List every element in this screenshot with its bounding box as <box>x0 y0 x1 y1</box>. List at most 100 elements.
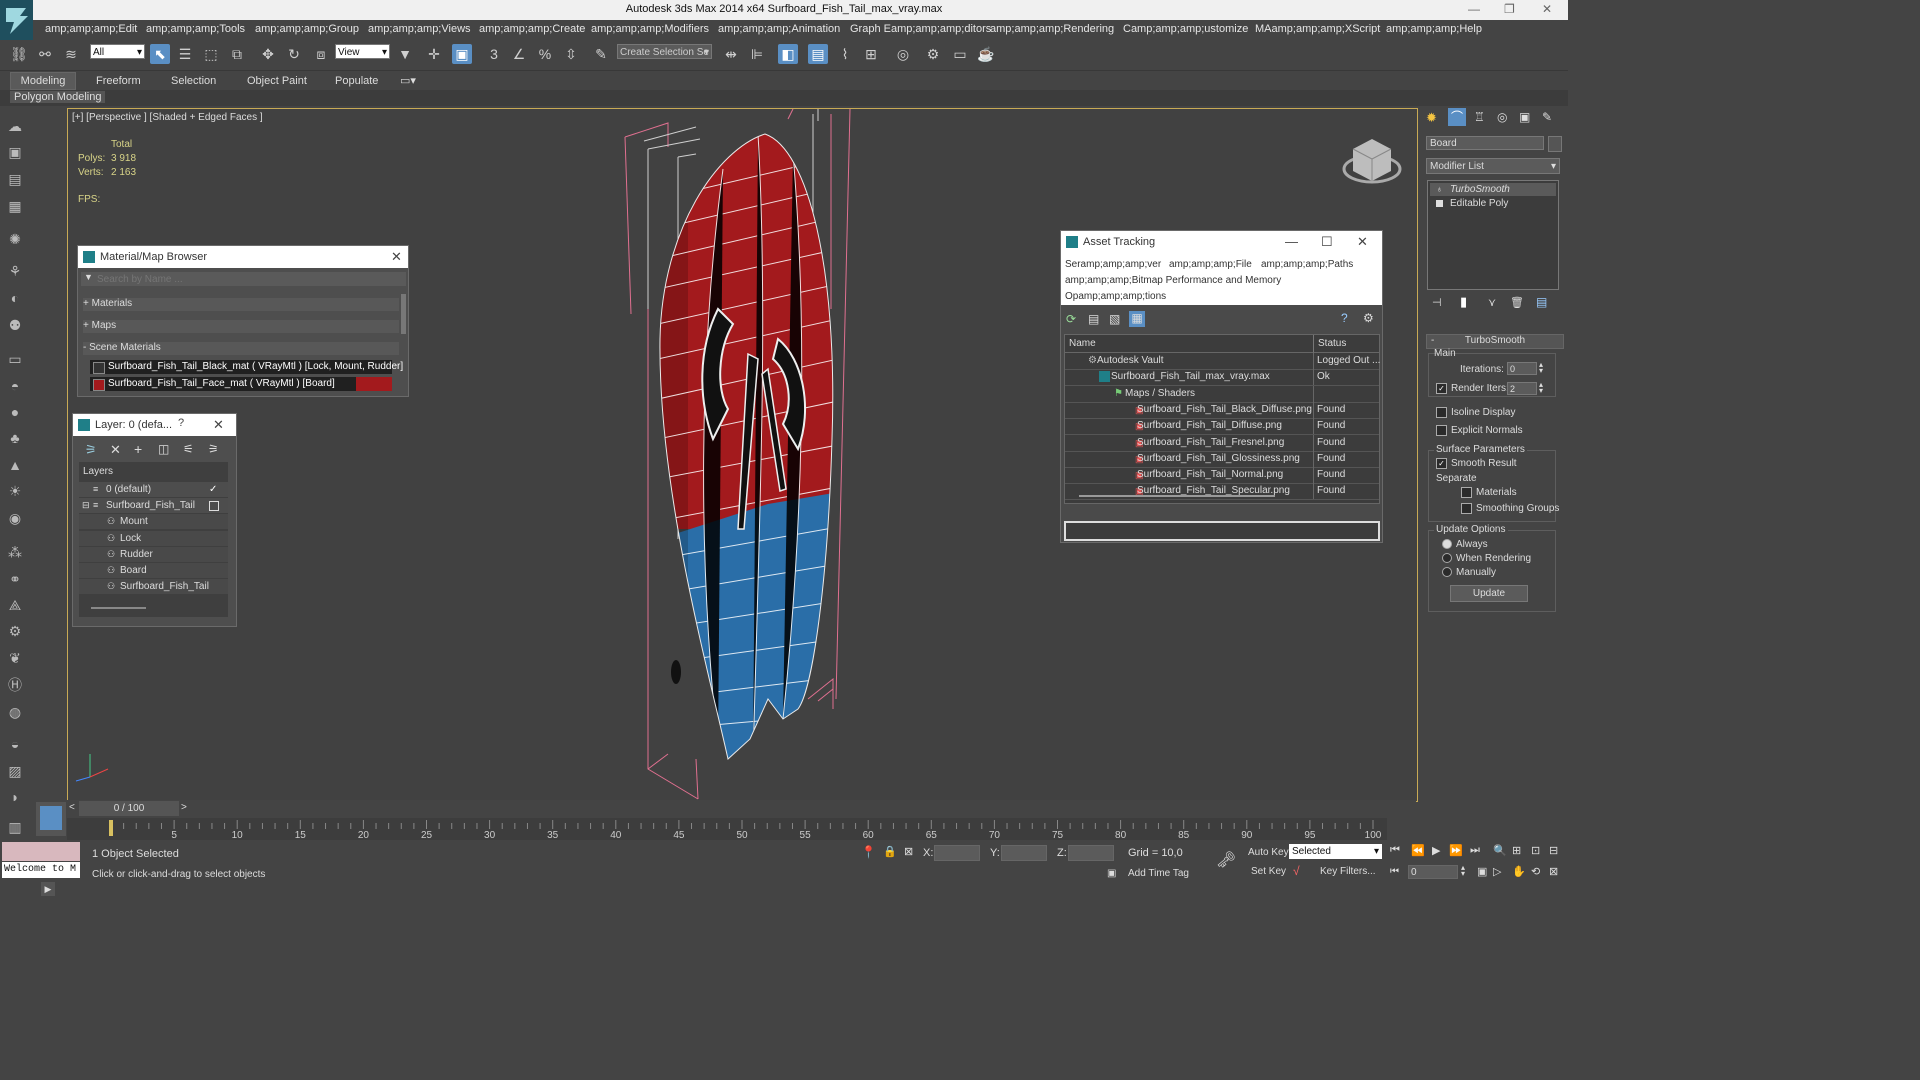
stack-item-turbosmooth[interactable]: ♁ TurboSmooth <box>1430 183 1556 196</box>
scrollbar[interactable] <box>1079 495 1275 497</box>
disc-icon[interactable]: ◉ <box>5 508 25 528</box>
track-bar[interactable]: 5 10 15 20 25 30 35 40 45 50 55 60 65 70 75 80 85 90 95 100 <box>67 818 1387 841</box>
mini-curve-editor-icon[interactable] <box>36 802 66 836</box>
maxscript-listener-mini[interactable] <box>2 842 80 861</box>
menu-create[interactable]: amp;amp;amp;Create <box>479 23 585 35</box>
update-always-radio[interactable]: Always <box>1442 539 1488 550</box>
spinner-snap-icon[interactable]: ⇳ <box>561 44 581 64</box>
expand-icon[interactable] <box>1436 200 1443 207</box>
go-to-start-icon[interactable]: ⏮ <box>1390 844 1400 857</box>
selection-filter-dropdown[interactable]: All ▾ <box>90 44 145 59</box>
delete-layer-icon[interactable]: ✕ <box>110 442 121 458</box>
asset-row[interactable]: ▣ Surfboard_Fish_Tail_Normal.png Found <box>1065 467 1379 485</box>
asset-row[interactable]: ▣ Surfboard_Fish_Tail_Fresnel.png Found <box>1065 434 1379 452</box>
play-icon[interactable]: ▶ <box>1432 844 1440 857</box>
column-header-name[interactable]: Name <box>1065 335 1314 353</box>
rotate-icon[interactable]: ↻ <box>284 44 304 64</box>
selection-lock-icon[interactable]: 🔒 <box>883 845 897 858</box>
isolate-selection-icon[interactable]: 📍 <box>861 845 876 859</box>
display-tab-icon[interactable]: ▣ <box>1519 110 1530 124</box>
layer-row[interactable]: ≡ 0 (default) ✓ <box>79 482 228 497</box>
menu-edit[interactable]: amp;amp;amp;Edit <box>45 23 137 35</box>
select-by-name-icon[interactable]: ☰ <box>175 44 195 64</box>
globe-icon[interactable]: ◒ <box>5 734 25 754</box>
x-coordinate-field[interactable] <box>934 845 980 861</box>
scene-material-item[interactable]: Surfboard_Fish_Tail_Face_mat ( VRayMtl )… <box>90 377 392 391</box>
ribbon-toggle-icon[interactable]: ▤ <box>808 44 828 64</box>
asset-path-field[interactable] <box>1064 521 1380 541</box>
go-to-end-icon[interactable]: ⏭ <box>1470 844 1480 857</box>
menu-paths[interactable]: amp;amp;amp;Paths <box>1261 259 1353 270</box>
group-materials[interactable]: + Materials <box>83 298 399 311</box>
smooth-result-checkbox[interactable]: ✓ Smooth Result <box>1436 458 1517 469</box>
render-setup-icon[interactable]: ⚙ <box>923 44 943 64</box>
box-icon[interactable]: ▭ <box>5 349 25 369</box>
maxscript-mini-input[interactable]: Welcome to M <box>2 862 80 878</box>
menu-group[interactable]: amp;amp;amp;Group <box>255 23 359 35</box>
layer-panel-header[interactable]: Layer: 0 (defa... ? ✕ <box>73 414 236 436</box>
ribbon-options-icon[interactable]: ▭▾ <box>400 74 416 87</box>
new-layer-icon[interactable]: ⚞ <box>85 442 97 458</box>
snaps-toggle-icon[interactable]: 3 <box>484 44 504 64</box>
time-slider[interactable]: < 0 / 100 > <box>67 800 1416 818</box>
update-when-rendering-radio[interactable]: When Rendering <box>1442 553 1531 564</box>
expand-toolbar-icon[interactable]: ▶ <box>41 882 55 896</box>
menu-server[interactable]: Seramp;amp;amp;ver <box>1065 259 1161 270</box>
container-icon[interactable]: ☁ <box>5 116 25 136</box>
bones-icon[interactable]: ⚭ <box>5 569 25 589</box>
key-icon[interactable]: 🗝 <box>1216 850 1236 870</box>
asset-row[interactable]: ▣ Surfboard_Fish_Tail_Specular.png Found <box>1065 483 1379 501</box>
selection-region-icon[interactable]: ⬚ <box>201 44 221 64</box>
maximize-viewport-icon[interactable]: ⊠ <box>1549 865 1558 878</box>
asset-row[interactable]: ⚑ Maps / Shaders <box>1065 385 1379 403</box>
material-editor-icon[interactable]: ◎ <box>893 44 913 64</box>
scrollbar[interactable] <box>91 607 146 609</box>
light-icon[interactable]: ✺ <box>5 229 25 249</box>
tab-selection[interactable]: Selection <box>171 75 216 87</box>
thumbnail-view-icon[interactable]: ▧ <box>1109 312 1120 326</box>
menu-bitmap-performance[interactable]: amp;amp;amp;Bitmap Performance and Memor… <box>1065 275 1281 286</box>
current-frame-marker[interactable] <box>109 820 113 836</box>
frame-spinner-icon[interactable]: ▴ ▾ <box>1461 864 1465 878</box>
help-icon[interactable]: ? <box>1341 311 1348 325</box>
menu-file[interactable]: amp;amp;amp;File <box>1169 259 1252 270</box>
iterations-spinner-icon[interactable]: ▴ ▾ <box>1539 361 1543 375</box>
modify-tab-icon[interactable]: ⌒ <box>1448 108 1466 126</box>
scale-icon[interactable]: ⧈ <box>311 44 331 64</box>
menu-help[interactable]: amp;amp;amp;Help <box>1386 23 1482 35</box>
scrollbar[interactable] <box>401 294 406 334</box>
layer-explorer-icon[interactable]: ▤ <box>5 169 25 189</box>
schematic-view-icon[interactable]: ⊞ <box>861 44 881 64</box>
rendered-frame-window-icon[interactable]: ▭ <box>950 44 970 64</box>
material-browser-header[interactable]: Material/Map Browser ✕ <box>78 246 408 268</box>
tab-object-paint[interactable]: Object Paint <box>247 75 307 87</box>
layer-row[interactable]: ⚇ Lock <box>79 530 228 546</box>
edit-named-selection-icon[interactable]: ✎ <box>591 44 611 64</box>
asset-row[interactable]: ⚙ Autodesk Vault Logged Out ... <box>1065 353 1380 370</box>
reference-coordinate-dropdown[interactable]: View ▾ <box>335 44 390 59</box>
tab-modeling[interactable]: Modeling <box>10 72 76 90</box>
auto-key-button[interactable]: Auto Key <box>1248 847 1289 858</box>
render-iters-spinner-icon[interactable]: ▴ ▾ <box>1539 381 1543 395</box>
update-manually-radio[interactable]: Manually <box>1442 567 1496 578</box>
add-to-layer-icon[interactable]: + <box>134 441 142 457</box>
menu-modifiers[interactable]: amp;amp;amp;Modifiers <box>591 23 709 35</box>
pin-stack-icon[interactable]: ⊣ <box>1432 296 1442 309</box>
hair-icon[interactable]: ❦ <box>5 648 25 668</box>
asset-tracking-header[interactable]: Asset Tracking — ☐ ✕ <box>1061 231 1382 253</box>
rollout-turbosmooth[interactable]: - TurboSmooth <box>1426 334 1564 349</box>
make-current-layer-icon[interactable] <box>209 501 219 512</box>
select-manipulate-icon[interactable]: ✛ <box>424 44 444 64</box>
particles-icon[interactable]: ⁂ <box>5 542 25 562</box>
named-selection-set-dropdown[interactable]: Create Selection Se ▾ <box>617 44 712 59</box>
ik-icon[interactable]: ⟁ <box>5 595 25 615</box>
half-sphere-icon[interactable]: ◓ <box>5 376 25 396</box>
time-config-icon[interactable]: ▣ <box>1477 865 1487 878</box>
previous-key-icon[interactable]: ⏪ <box>1411 844 1425 857</box>
move-icon[interactable]: ✥ <box>258 44 278 64</box>
link-icon[interactable]: ⛓ <box>9 44 29 64</box>
maximize-icon[interactable]: ☐ <box>1321 234 1333 250</box>
layer-row[interactable]: ⚇ Surfboard_Fish_Tail <box>79 579 228 595</box>
gear-icon[interactable]: ⚙ <box>5 621 25 641</box>
search-dropdown-icon[interactable]: ▼ <box>84 272 93 282</box>
